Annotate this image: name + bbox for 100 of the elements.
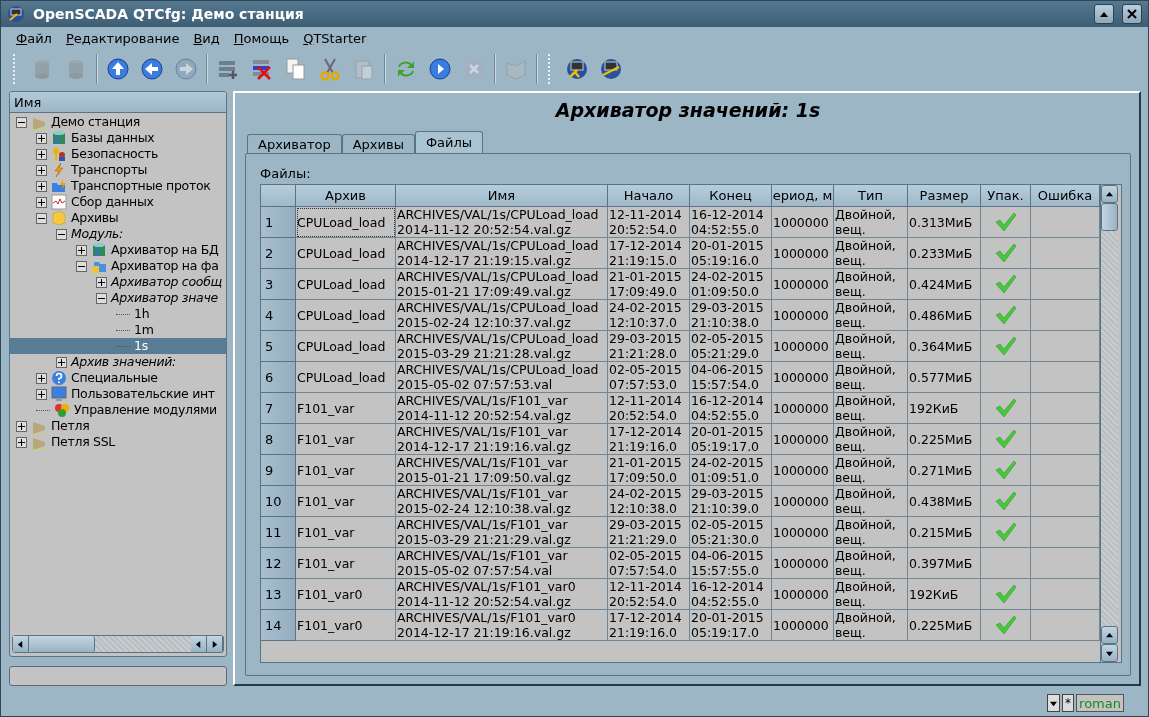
tree-item[interactable]: Архив значений: xyxy=(10,354,226,370)
collapse-icon[interactable] xyxy=(56,228,67,240)
tree-item[interactable]: Демо станция xyxy=(10,114,226,130)
table-cell: 0.225МиБ xyxy=(908,424,981,455)
tree-item[interactable]: Петля SSL xyxy=(10,434,226,450)
tab[interactable]: Архивы xyxy=(341,134,415,153)
column-header[interactable]: Архив xyxy=(296,185,396,207)
row-header[interactable]: 3 xyxy=(261,269,296,300)
column-header[interactable]: Тип xyxy=(834,185,908,207)
tree-item[interactable]: Модуль: xyxy=(10,226,226,242)
stop-icon xyxy=(462,57,486,81)
expand-icon[interactable] xyxy=(56,356,67,368)
table-cell: 1000000 xyxy=(772,238,834,269)
horizontal-scrollbar[interactable] xyxy=(12,635,224,653)
tree-item[interactable]: Архиватор на фа xyxy=(10,258,226,274)
toolbar-button[interactable] xyxy=(104,55,132,83)
table-cell: 21-01-2015 17:09:50.0 xyxy=(608,455,690,486)
row-header[interactable]: 2 xyxy=(261,238,296,269)
table-cell: 16-12-2014 04:52:55.0 xyxy=(690,579,772,610)
expand-icon[interactable] xyxy=(36,372,47,384)
table-cell: 02-05-2015 07:57:53.0 xyxy=(608,362,690,393)
tab[interactable]: Архиватор xyxy=(247,134,342,153)
table-cell: CPULoad_load xyxy=(296,300,396,331)
table-cell: 17-12-2014 21:19:15.0 xyxy=(608,238,690,269)
tree-item[interactable]: Сбор данных xyxy=(10,194,226,210)
column-header[interactable]: Начало xyxy=(608,185,690,207)
column-header[interactable]: Имя xyxy=(10,92,226,113)
tree-item[interactable]: Архиватор на БД xyxy=(10,242,226,258)
expand-icon[interactable] xyxy=(36,148,47,160)
row-header[interactable]: 1 xyxy=(261,207,296,238)
tree-label: Петля xyxy=(51,418,90,434)
tree-label: Архиватор сообщ xyxy=(111,274,223,290)
row-header[interactable]: 6 xyxy=(261,362,296,393)
tree-item[interactable]: 1s xyxy=(10,338,226,354)
column-header[interactable]: Конец xyxy=(690,185,772,207)
scrollbar-thumb[interactable] xyxy=(29,636,95,652)
column-header[interactable]: Размер xyxy=(908,185,981,207)
tree-item[interactable]: Пользовательские инт xyxy=(10,386,226,402)
expand-icon[interactable] xyxy=(36,180,47,192)
folder-icon xyxy=(51,178,67,194)
table-cell: Двойной, вещ. xyxy=(834,548,908,579)
row-header[interactable]: 11 xyxy=(261,517,296,548)
menu-item[interactable]: Файл xyxy=(9,30,59,46)
menu-item[interactable]: Редактирование xyxy=(58,30,187,46)
table-cell: 1000000 xyxy=(772,300,834,331)
tree-item[interactable]: Архиватор сообщ xyxy=(10,274,226,290)
row-header[interactable]: 8 xyxy=(261,424,296,455)
column-header[interactable]: Ошибка xyxy=(1031,185,1100,207)
tree-item[interactable]: Архивы xyxy=(10,210,226,226)
expand-icon[interactable] xyxy=(76,244,87,256)
row-header[interactable]: 4 xyxy=(261,300,296,331)
row-header[interactable]: 12 xyxy=(261,548,296,579)
table-cell: ARCHIVES/VAL/1s/F101_var 2015-01-21 17:09:50.val.gz xyxy=(396,455,608,486)
expand-icon[interactable] xyxy=(36,132,47,144)
expand-icon[interactable] xyxy=(16,420,27,432)
expand-icon[interactable] xyxy=(36,164,47,176)
vertical-scrollbar[interactable] xyxy=(1100,185,1118,662)
maximize-button[interactable] xyxy=(1094,4,1114,24)
row-header[interactable]: 9 xyxy=(261,455,296,486)
scrollbar-thumb[interactable] xyxy=(1101,203,1118,231)
tree-item[interactable]: Базы данных xyxy=(10,130,226,146)
table-cell: ARCHIVES/VAL/1s/CPULoad_load 2014-12-17 21:19:15.val.gz xyxy=(396,238,608,269)
toolbar-button[interactable] xyxy=(426,55,454,83)
row-header[interactable]: 14 xyxy=(261,610,296,641)
row-header[interactable]: 7 xyxy=(261,393,296,424)
tree-item[interactable]: Управление модулями xyxy=(10,402,226,418)
scroll-left-icon xyxy=(195,640,202,648)
paste-icon xyxy=(352,57,376,81)
tree-item[interactable]: 1m xyxy=(10,322,226,338)
tree-item[interactable]: Петля xyxy=(10,418,226,434)
dropdown-button[interactable] xyxy=(1047,694,1061,712)
column-header[interactable]: Упак. xyxy=(981,185,1031,207)
tree-item[interactable]: Безопасность xyxy=(10,146,226,162)
collapse-icon[interactable] xyxy=(96,292,107,304)
row-header[interactable]: 13 xyxy=(261,579,296,610)
column-header[interactable]: ериод, м xyxy=(772,185,834,207)
expand-icon[interactable] xyxy=(96,276,107,288)
menu-item[interactable]: Вид xyxy=(186,30,227,46)
toolbar-button[interactable] xyxy=(138,55,166,83)
close-button[interactable] xyxy=(1122,4,1142,24)
row-header[interactable]: 5 xyxy=(261,331,296,362)
expand-icon[interactable] xyxy=(16,436,27,448)
tab[interactable]: Файлы xyxy=(414,131,484,153)
tree-item[interactable]: Специальные xyxy=(10,370,226,386)
expand-icon[interactable] xyxy=(36,388,47,400)
collapse-icon[interactable] xyxy=(16,116,27,128)
tree-item[interactable]: 1h xyxy=(10,306,226,322)
menu-item[interactable]: QTStarter xyxy=(296,30,374,46)
tree-item[interactable]: Архиватор значе xyxy=(10,290,226,306)
collapse-icon[interactable] xyxy=(36,212,47,224)
table-cell: Двойной, вещ. xyxy=(834,207,908,238)
row-header[interactable]: 10 xyxy=(261,486,296,517)
tree-item[interactable]: Транспорты xyxy=(10,162,226,178)
collapse-icon[interactable] xyxy=(76,260,87,272)
expand-icon[interactable] xyxy=(36,196,47,208)
tree-item[interactable]: Транспортные проток xyxy=(10,178,226,194)
menu-item[interactable]: Помощь xyxy=(226,30,297,46)
column-header[interactable]: Имя xyxy=(396,185,608,207)
table-cell: 20-01-2015 05:19:17.0 xyxy=(690,424,772,455)
table-cell: Двойной, вещ. xyxy=(834,486,908,517)
